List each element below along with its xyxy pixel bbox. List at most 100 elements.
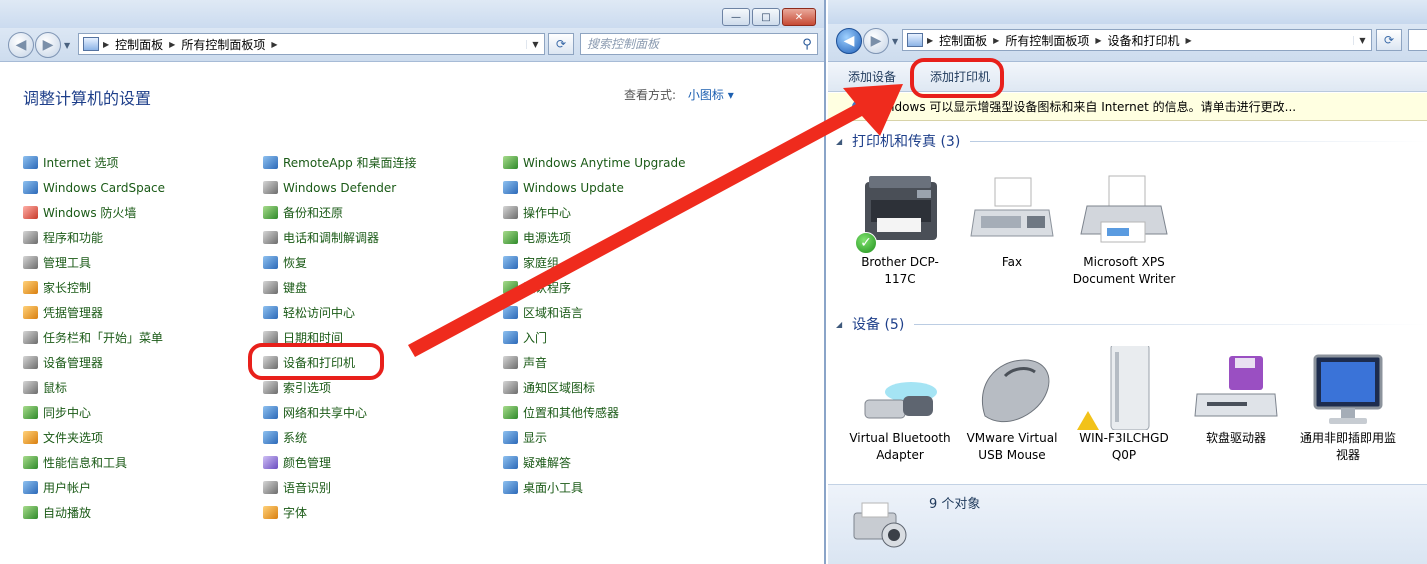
info-bar[interactable]: Windows 可以显示增强型设备图标和来自 Internet 的信息。请单击进… [828,93,1427,121]
forward-arrow-icon[interactable]: ▶ [863,28,889,54]
cp-item-mouse[interactable]: 鼠标 [23,375,263,400]
printer-brother[interactable]: ✓ Brother DCP-117C [844,170,956,288]
cp-item-keyboard[interactable]: 键盘 [263,275,503,300]
printer-label: Microsoft XPS Document Writer [1072,255,1176,286]
accessibility-icon [263,306,278,319]
cp-item-backup[interactable]: 备份和还原 [263,200,503,225]
device-bluetooth[interactable]: Virtual Bluetooth Adapter [844,346,956,464]
device-computer[interactable]: WIN-F3ILCHGD Q0P [1068,343,1180,464]
search-input[interactable] [587,37,797,51]
collapse-triangle-icon[interactable]: ◢ [836,320,852,329]
collapse-triangle-icon[interactable]: ◢ [836,137,852,146]
firewall-icon [23,206,38,219]
view-by-dropdown[interactable]: 小图标 ▾ [688,88,734,102]
cp-item-windows-update[interactable]: Windows Update [503,175,743,200]
refresh-button[interactable]: ⟳ [1376,29,1402,51]
printer-fax[interactable]: Fax [956,170,1068,288]
cp-item-programs[interactable]: 程序和功能 [23,225,263,250]
device-monitor[interactable]: 通用非即插即用监视器 [1292,346,1404,464]
search-box[interactable]: ⚲ [580,33,818,55]
minimize-button[interactable]: — [722,8,750,26]
cp-item-sync[interactable]: 同步中心 [23,400,263,425]
back-arrow-icon[interactable]: ◀ [8,32,34,58]
cp-item-location-sensors[interactable]: 位置和其他传感器 [503,400,743,425]
cp-item-cardspace[interactable]: Windows CardSpace [23,175,263,200]
add-device-button[interactable]: 添加设备 [848,68,896,85]
cp-item-fonts[interactable]: 字体 [263,500,503,525]
printer-xps[interactable]: Microsoft XPS Document Writer [1068,170,1180,288]
cp-item-device-manager[interactable]: 设备管理器 [23,350,263,375]
autoplay-icon [23,506,38,519]
breadcrumb-devices-printers[interactable]: 设备和打印机 [1108,32,1180,49]
breadcrumb-all-items[interactable]: 所有控制面板项 [181,36,265,53]
forward-arrow-icon[interactable]: ▶ [35,32,61,58]
left-nav-arrows: ◀ ▶ ▼ [8,32,70,58]
address-dropdown-icon[interactable]: ▼ [1353,35,1371,45]
group-divider [970,140,1427,142]
cp-item-firewall[interactable]: Windows 防火墙 [23,200,263,225]
cp-item-network[interactable]: 网络和共享中心 [263,400,503,425]
maximize-button[interactable]: □ [752,8,780,26]
cp-item-remoteapp[interactable]: RemoteApp 和桌面连接 [263,150,503,175]
cp-item-folder-options[interactable]: 文件夹选项 [23,425,263,450]
page-title: 调整计算机的设置 [23,89,152,108]
right-address-bar[interactable]: ▶ 控制面板 ▶ 所有控制面板项 ▶ 设备和打印机 ▶ ▼ [902,29,1372,51]
camera-printer-icon [848,493,912,557]
cp-item-defender[interactable]: Windows Defender [263,175,503,200]
cp-item-display[interactable]: 显示 [503,425,743,450]
cp-item-autoplay[interactable]: 自动播放 [23,500,263,525]
cp-item-performance[interactable]: 性能信息和工具 [23,450,263,475]
cp-item-ease-of-access[interactable]: 轻松访问中心 [263,300,503,325]
cp-item-default-programs[interactable]: 默认程序 [503,275,743,300]
cp-item-admin-tools[interactable]: 管理工具 [23,250,263,275]
cp-item-getting-started[interactable]: 入门 [503,325,743,350]
cp-item-gadgets[interactable]: 桌面小工具 [503,475,743,500]
address-dropdown-icon[interactable]: ▼ [526,39,544,49]
breadcrumb-control-panel[interactable]: 控制面板 [115,36,163,53]
refresh-button[interactable]: ⟳ [548,33,574,55]
cp-item-homegroup[interactable]: 家庭组 [503,250,743,275]
cp-item-action-center[interactable]: 操作中心 [503,200,743,225]
device-floppy[interactable]: 软盘驱动器 [1180,346,1292,464]
recent-pages-chevron-icon[interactable]: ▼ [892,37,898,46]
cp-item-devices-printers[interactable]: 设备和打印机 [263,350,503,375]
cp-item-indexing[interactable]: 索引选项 [263,375,503,400]
remote-desktop-icon [263,156,278,169]
cp-item-user-accounts[interactable]: 用户帐户 [23,475,263,500]
left-window-controls: — □ ✕ [722,8,816,26]
right-titlebar[interactable] [828,0,1427,24]
breadcrumb-all-items[interactable]: 所有控制面板项 [1005,32,1089,49]
cp-item-system[interactable]: 系统 [263,425,503,450]
devices-group-header[interactable]: ◢ 设备 (5) [836,314,1427,334]
breadcrumb-control-panel[interactable]: 控制面板 [939,32,987,49]
cp-item-notification-icons[interactable]: 通知区域图标 [503,375,743,400]
close-button[interactable]: ✕ [782,8,816,26]
cp-item-power[interactable]: 电源选项 [503,225,743,250]
cp-item-sound[interactable]: 声音 [503,350,743,375]
phone-icon [263,231,278,244]
cp-item-internet-options[interactable]: Internet 选项 [23,150,263,175]
cp-item-date-time[interactable]: 日期和时间 [263,325,503,350]
cp-item-recovery[interactable]: 恢复 [263,250,503,275]
items-column-1: Internet 选项 Windows CardSpace Windows 防火… [23,150,263,525]
cp-item-phone-modem[interactable]: 电话和调制解调器 [263,225,503,250]
cp-item-anytime-upgrade[interactable]: Windows Anytime Upgrade [503,150,743,175]
cp-item-color-management[interactable]: 颜色管理 [263,450,503,475]
printer-small-icon [907,33,923,47]
left-address-bar[interactable]: ▶ 控制面板 ▶ 所有控制面板项 ▶ ▼ [78,33,545,55]
printers-group-header[interactable]: ◢ 打印机和传真 (3) [836,131,1427,151]
search-icon[interactable]: ⚲ [797,37,817,52]
device-mouse[interactable]: VMware Virtual USB Mouse [956,346,1068,464]
search-box[interactable] [1408,29,1427,51]
add-printer-button[interactable]: 添加打印机 [930,68,990,85]
recent-pages-chevron-icon[interactable]: ▼ [64,41,70,50]
cp-item-troubleshooting[interactable]: 疑难解答 [503,450,743,475]
cp-item-taskbar[interactable]: 任务栏和「开始」菜单 [23,325,263,350]
cp-item-region-language[interactable]: 区域和语言 [503,300,743,325]
globe-icon [23,156,38,169]
back-arrow-icon[interactable]: ◀ [836,28,862,54]
cp-item-credentials[interactable]: 凭据管理器 [23,300,263,325]
card-icon [23,181,38,194]
cp-item-parental[interactable]: 家长控制 [23,275,263,300]
cp-item-speech[interactable]: 语音识别 [263,475,503,500]
